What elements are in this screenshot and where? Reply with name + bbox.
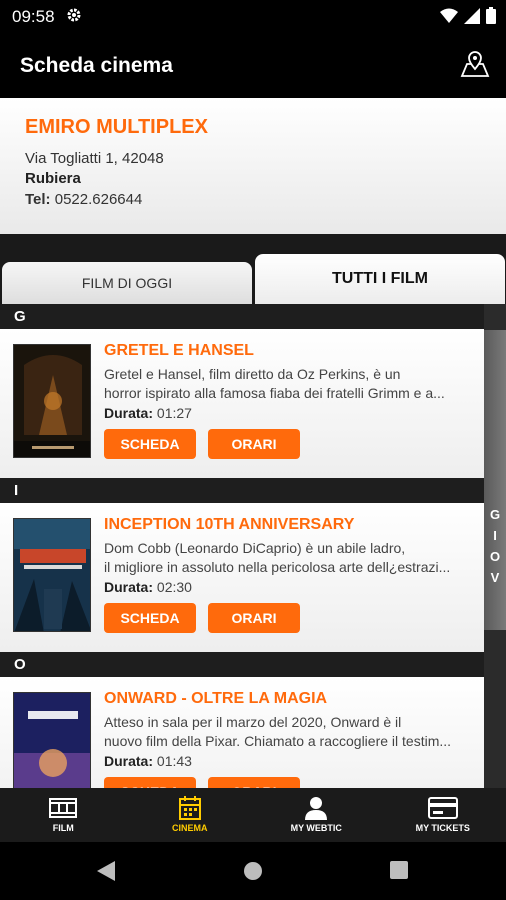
film-duration: Durata: 01:27 [104,405,192,421]
nav-my-tickets[interactable]: MY TICKETS [380,788,506,842]
page-title: Scheda cinema [20,54,173,77]
bottom-navigation: FILM CINEMA MY WEBTIC MY TICKETS [0,788,506,842]
status-bar: 09:58 [0,0,506,34]
scheda-button[interactable]: SCHEDA [104,777,196,788]
index-letter[interactable]: O [484,546,506,567]
nav-my-tickets-label: MY TICKETS [415,823,470,833]
index-letter[interactable]: G [484,504,506,525]
status-time: 09:58 [12,7,55,26]
film-title[interactable]: INCEPTION 10TH ANNIVERSARY [104,516,354,534]
duration-value: 01:43 [156,753,192,769]
cinema-address: Via Togliatti 1, 42048 [25,150,164,167]
nav-cinema-label: CINEMA [172,823,208,833]
cinema-info: EMIRO MULTIPLEX Via Togliatti 1, 42048 R… [0,98,506,234]
film-list[interactable]: G GRETEL E HANSEL Gretel e Hansel, film … [0,304,484,788]
alphabet-index[interactable]: G I O V [484,304,506,788]
film-title[interactable]: GRETEL E HANSEL [104,342,254,360]
film-duration: Durata: 02:30 [104,579,192,595]
film-description: Atteso in sala per il marzo del 2020, On… [104,713,474,751]
film-description-line: horror ispirato alla famosa fiaba dei fr… [104,385,445,401]
duration-label: Durata: [104,579,154,595]
tab-tutti-i-film[interactable]: TUTTI I FILM [255,254,505,304]
film-title[interactable]: ONWARD - OLTRE LA MAGIA [104,690,327,708]
tab-film-di-oggi[interactable]: FILM DI OGGI [2,262,252,304]
nav-my-webtic[interactable]: MY WEBTIC [253,788,380,842]
orari-button[interactable]: ORARI [208,603,300,633]
film-description-line: Gretel e Hansel, film diretto da Oz Perk… [104,366,401,382]
nav-cinema[interactable]: CINEMA [127,788,254,842]
duration-label: Durata: [104,405,154,421]
duration-label: Durata: [104,753,154,769]
phone-label: Tel: [25,191,51,208]
film-item-onward[interactable]: ONWARD - OLTRE LA MAGIA Atteso in sala p… [0,677,484,788]
battery-icon [486,7,496,24]
map-location-icon[interactable] [458,48,492,82]
section-header-o: O [0,652,484,677]
nav-my-webtic-label: MY WEBTIC [290,823,342,833]
film-item-gretel[interactable]: GRETEL E HANSEL Gretel e Hansel, film di… [0,329,484,478]
section-header-i: I [0,478,484,503]
wifi-icon [440,8,458,23]
poster-inception [13,518,91,632]
film-strip-icon [0,796,127,820]
app-bar: Scheda cinema [0,34,506,98]
film-description: Dom Cobb (Leonardo DiCaprio) è un abile … [104,539,474,577]
cinema-phone[interactable]: Tel: 0522.626644 [25,191,142,208]
poster-gretel [13,344,91,458]
recents-icon[interactable] [390,861,408,879]
film-item-inception[interactable]: INCEPTION 10TH ANNIVERSARY Dom Cobb (Leo… [0,503,484,652]
film-description-line: Dom Cobb (Leonardo DiCaprio) è un abile … [104,540,406,556]
user-icon [253,796,380,820]
film-description-line: Atteso in sala per il marzo del 2020, On… [104,714,402,730]
film-duration: Durata: 01:43 [104,753,192,769]
orari-button[interactable]: ORARI [208,429,300,459]
back-icon[interactable] [96,860,116,882]
cinema-calendar-icon [127,796,254,820]
scheda-button[interactable]: SCHEDA [104,603,196,633]
nav-film-label: FILM [52,823,74,833]
section-header-g: G [0,304,484,329]
tab-bar: FILM DI OGGI TUTTI I FILM [0,234,506,304]
film-description-line: il migliore in assoluto nella pericolosa… [104,559,451,575]
settings-gear-icon [66,7,82,28]
ticket-card-icon [380,796,506,820]
film-description-line: nuovo film della Pixar. Chiamato a racco… [104,733,452,749]
duration-value: 01:27 [156,405,192,421]
signal-icon [464,7,480,24]
index-letter[interactable]: V [484,567,506,588]
duration-value: 02:30 [156,579,192,595]
index-letter[interactable]: I [484,525,506,546]
index-letters[interactable]: G I O V [484,504,506,588]
scheda-button[interactable]: SCHEDA [104,429,196,459]
system-navigation [0,842,506,900]
film-description: Gretel e Hansel, film diretto da Oz Perk… [104,365,474,403]
poster-onward [13,692,91,788]
phone-number: 0522.626644 [54,191,143,208]
home-icon[interactable] [243,861,263,881]
orari-button[interactable]: ORARI [208,777,300,788]
nav-film[interactable]: FILM [0,788,127,842]
cinema-city: Rubiera [25,170,81,187]
cinema-name: EMIRO MULTIPLEX [25,116,208,138]
